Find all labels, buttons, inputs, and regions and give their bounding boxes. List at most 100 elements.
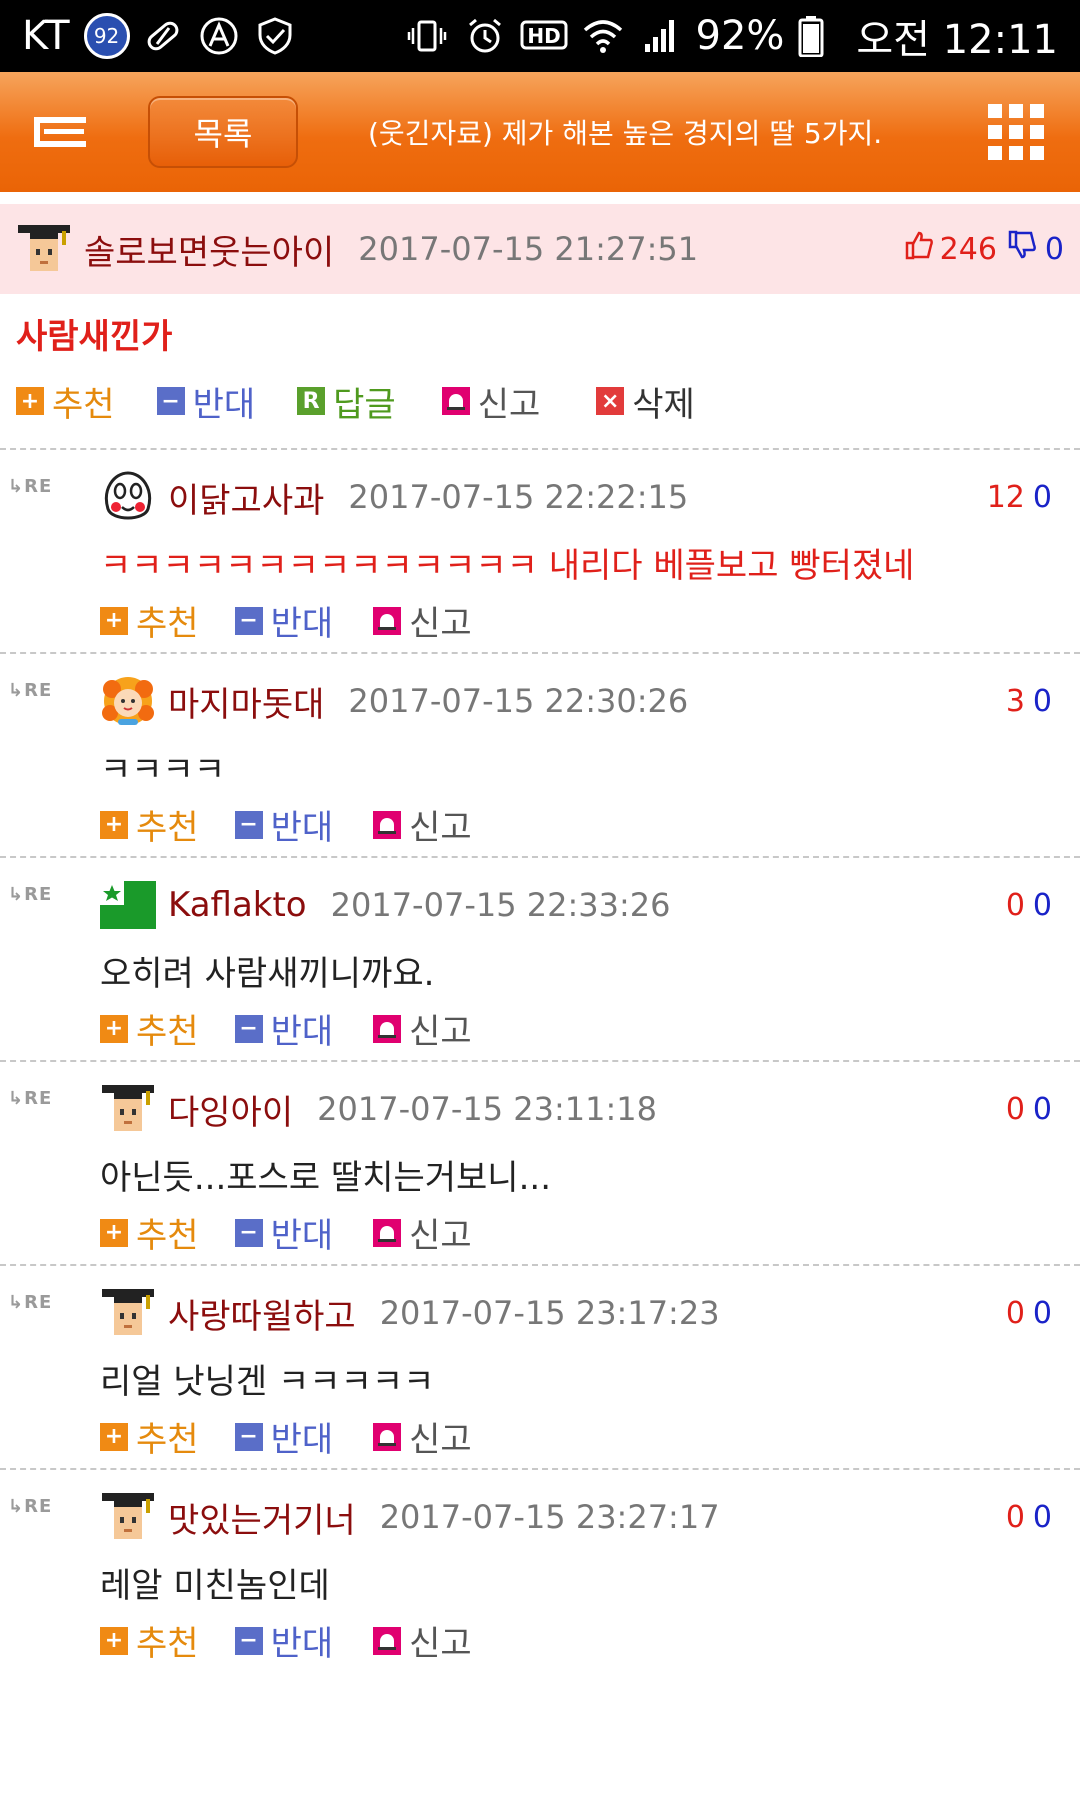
minus-icon: −	[156, 387, 185, 415]
comment-upvote-count: 0	[1005, 887, 1025, 923]
thumbs-up-icon[interactable]	[904, 230, 934, 268]
oppose-button[interactable]: − 반대	[234, 596, 333, 645]
status-bar: KT 92 HD 92% 오전 12:11	[0, 0, 1080, 72]
report-button[interactable]: 신고	[373, 800, 472, 849]
graduate-icon	[100, 1081, 156, 1137]
alarm-icon	[462, 13, 508, 59]
report-button[interactable]: 신고	[373, 1208, 472, 1257]
comment: ↳RE Kaflakto 2017-07-15 22:33:26 0 0 오히려 사람새끼…	[0, 858, 1080, 1060]
recommend-button[interactable]: + 추천	[100, 1208, 199, 1257]
oppose-button[interactable]: − 반대	[156, 377, 255, 426]
comment-downvote-count: 0	[1032, 479, 1052, 515]
comment-author[interactable]: 맛있는거기너	[168, 1493, 356, 1542]
report-button[interactable]: 신고	[373, 596, 472, 645]
comment-downvote-count: 0	[1032, 1091, 1052, 1127]
recommend-button[interactable]: + 추천	[100, 596, 199, 645]
comment-author[interactable]: Kaflakto	[168, 885, 307, 925]
recommend-button[interactable]: + 추천	[100, 1004, 199, 1053]
reply-arrow-icon: ↳RE	[8, 680, 53, 701]
comment-actions: + 추천 − 반대 신고	[100, 1208, 508, 1257]
face-icon	[100, 469, 156, 525]
grid-menu-icon[interactable]	[988, 104, 1044, 160]
comment-author[interactable]: 사랑따윌하고	[168, 1289, 356, 1338]
comment-author[interactable]: 이닭고사과	[168, 473, 324, 522]
oppose-button[interactable]: − 반대	[234, 1616, 333, 1665]
post-actions: + 추천 − 반대 R 답글 신고 × 삭제	[16, 368, 1064, 434]
comment-downvote-count: 0	[1032, 683, 1052, 719]
comment-author[interactable]: 마지마돗대	[168, 677, 324, 726]
report-button[interactable]: 신고	[373, 1412, 472, 1461]
comment-actions: + 추천 − 반대 신고	[100, 1004, 508, 1053]
list-button[interactable]: 목록	[148, 96, 298, 168]
thumbs-down-icon[interactable]	[1007, 230, 1037, 268]
reply-arrow-icon: ↳RE	[8, 1292, 53, 1313]
signal-icon	[638, 13, 684, 59]
comment-upvote-count: 0	[1005, 1295, 1025, 1331]
oppose-button[interactable]: − 반대	[234, 1208, 333, 1257]
recommend-button[interactable]: + 추천	[16, 377, 115, 426]
comment-actions: + 추천 − 반대 신고	[100, 1412, 508, 1461]
comment-header: 이닭고사과 2017-07-15 22:22:15 12 0	[100, 464, 1052, 530]
comment-header: 사랑따윌하고 2017-07-15 23:17:23 0 0	[100, 1280, 1052, 1346]
plus-icon: +	[16, 387, 44, 415]
carrier-label: KT	[22, 13, 70, 59]
comment: ↳RE 마지마돗대 2017-07-15 22:30:26 3 0 ㅋㅋㅋㅋ + 추천 − 반대 신…	[0, 654, 1080, 856]
graduate-icon	[100, 1489, 156, 1545]
comment: ↳RE 다잉아이 2017-07-15 23:11:18 0 0 아닌듯...포스로 딸치…	[0, 1062, 1080, 1264]
post-votes: 246 0	[904, 230, 1064, 268]
app-header: 목록 (웃긴자료) 제가 해본 높은 경지의 딸 5가지.	[0, 72, 1080, 192]
minus-icon: −	[234, 1422, 263, 1451]
recommend-button[interactable]: + 추천	[100, 800, 199, 849]
post-text: 사람새낀가	[16, 317, 173, 357]
comment-upvote-count: 0	[1005, 1499, 1025, 1535]
svg-text:HD: HD	[527, 24, 560, 48]
minus-icon: −	[234, 606, 263, 635]
comment-actions: + 추천 − 반대 신고	[100, 1616, 508, 1665]
report-button[interactable]: 신고	[441, 377, 540, 426]
report-button[interactable]: 신고	[373, 1616, 472, 1665]
reply-arrow-icon: ↳RE	[8, 1496, 53, 1517]
post-body: 사람새낀가 + 추천 − 반대 R 답글 신고 × 삭제	[0, 294, 1080, 434]
post-author[interactable]: 솔로보면웃는아이	[84, 225, 334, 274]
comment-list: ↳RE 이닭고사과 2017-07-15 22:22:15 12 0 ㅋㅋㅋㅋㅋㅋㅋㅋㅋㅋ…	[0, 450, 1080, 1672]
report-button[interactable]: 신고	[373, 1004, 472, 1053]
reply-button[interactable]: R 답글	[297, 377, 396, 426]
comment-header: Kaflakto 2017-07-15 22:33:26 0 0	[100, 872, 1052, 938]
comment-date: 2017-07-15 22:33:26	[330, 886, 671, 924]
comment-text: 아닌듯...포스로 딸치는거보니...	[100, 1158, 552, 1198]
plus-icon: +	[100, 1014, 128, 1043]
comment-author[interactable]: 다잉아이	[168, 1085, 293, 1134]
page-title: (웃긴자료) 제가 해본 높은 경지의 딸 5가지.	[368, 117, 883, 150]
reply-arrow-icon: ↳RE	[8, 884, 53, 905]
battery-icon	[796, 13, 826, 59]
vibrate-icon	[404, 13, 450, 59]
minus-icon: −	[234, 1626, 263, 1655]
comment-downvote-count: 0	[1032, 1499, 1052, 1535]
siren-icon	[373, 810, 402, 839]
delete-button[interactable]: × 삭제	[596, 377, 695, 426]
oppose-button[interactable]: − 반대	[234, 1004, 333, 1053]
comment-date: 2017-07-15 22:30:26	[348, 682, 689, 720]
graduate-icon	[100, 1285, 156, 1341]
oppose-button[interactable]: − 반대	[234, 1412, 333, 1461]
siren-icon	[373, 1422, 402, 1451]
recommend-button[interactable]: + 추천	[100, 1616, 199, 1665]
comment-date: 2017-07-15 23:11:18	[317, 1090, 657, 1128]
comment-actions: + 추천 − 반대 신고	[100, 800, 508, 849]
menu-icon[interactable]	[30, 112, 90, 152]
app-a-icon	[196, 13, 242, 59]
comment-votes: 00	[1006, 1500, 1052, 1535]
comment-header: 맛있는거기너 2017-07-15 23:27:17 0 0	[100, 1484, 1052, 1550]
post-upvote-count: 246	[939, 231, 997, 267]
comment-downvote-count: 0	[1032, 1295, 1052, 1331]
comment-upvote-count: 3	[1005, 683, 1025, 719]
siren-icon	[441, 387, 470, 415]
comment: ↳RE 맛있는거기너 2017-07-15 23:27:17 0 0 레알 미친놈인데 + 추…	[0, 1470, 1080, 1672]
plus-icon: +	[100, 1626, 128, 1655]
comment-header: 다잉아이 2017-07-15 23:11:18 0 0	[100, 1076, 1052, 1142]
comment-votes: 00	[1006, 1092, 1052, 1127]
oppose-button[interactable]: − 반대	[234, 800, 333, 849]
hd-icon: HD	[520, 13, 568, 59]
comment-text: 레알 미친놈인데	[100, 1566, 330, 1606]
recommend-button[interactable]: + 추천	[100, 1412, 199, 1461]
